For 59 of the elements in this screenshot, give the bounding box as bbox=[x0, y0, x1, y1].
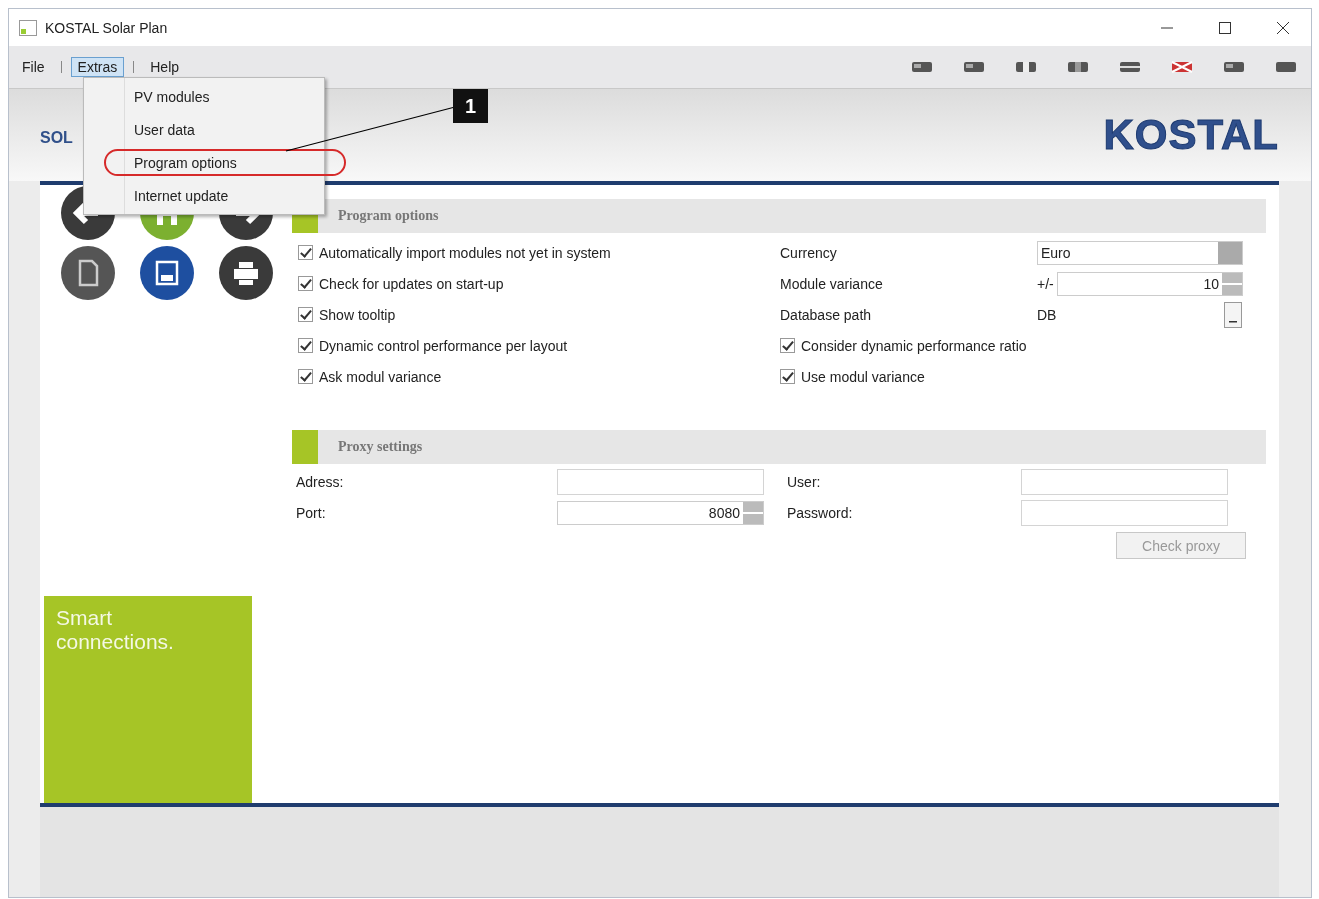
checkbox-label: Consider dynamic performance ratio bbox=[801, 337, 1027, 354]
section-marker bbox=[292, 430, 318, 464]
field-label: User: bbox=[786, 473, 822, 490]
menu-item[interactable]: File bbox=[15, 57, 52, 77]
header-title: SOL bbox=[40, 129, 73, 147]
toolbar-icon[interactable] bbox=[963, 60, 985, 74]
close-icon[interactable] bbox=[1277, 21, 1289, 34]
field-label: Port: bbox=[295, 504, 327, 521]
callout-number: 1 bbox=[453, 89, 488, 123]
toolbar-icon[interactable] bbox=[911, 60, 933, 74]
field-label: Database path bbox=[780, 306, 873, 323]
print-icon[interactable] bbox=[218, 245, 274, 301]
checkbox-label: Use modul variance bbox=[801, 368, 925, 385]
section-title: Program options bbox=[338, 208, 439, 224]
slogan: Smart connections. bbox=[56, 606, 175, 654]
menu-entry[interactable]: Program options bbox=[134, 154, 237, 171]
checkbox-label: Ask modul variance bbox=[319, 368, 442, 385]
port-spinner[interactable]: 8080 bbox=[557, 500, 764, 525]
toolbar-icon[interactable] bbox=[1223, 60, 1245, 74]
toolbar-icon[interactable] bbox=[1015, 60, 1037, 74]
checkbox[interactable] bbox=[298, 245, 313, 260]
checkbox[interactable] bbox=[298, 276, 313, 291]
checkbox-label: Check for updates on start-up bbox=[319, 275, 504, 292]
maximize-icon[interactable] bbox=[1219, 21, 1231, 34]
checkbox-label: Automatically import modules not yet in system bbox=[319, 244, 611, 261]
checkbox-label: Show tooltip bbox=[319, 306, 396, 323]
logo: KOSTAL bbox=[1103, 111, 1279, 159]
menu-entry[interactable]: User data bbox=[134, 121, 195, 138]
document-icon[interactable] bbox=[60, 245, 116, 301]
field-label: Adress: bbox=[295, 473, 345, 490]
currency-dropdown[interactable]: Euro bbox=[1037, 240, 1243, 265]
field-label: Module variance bbox=[780, 275, 884, 292]
menu-entry[interactable]: Internet update bbox=[134, 187, 229, 204]
prefix-label: +/- bbox=[1037, 275, 1055, 292]
checkbox[interactable] bbox=[298, 307, 313, 322]
toolbar-icon[interactable] bbox=[1067, 60, 1089, 74]
checkbox[interactable] bbox=[780, 369, 795, 384]
path-value: DB bbox=[1037, 306, 1058, 323]
checkbox[interactable] bbox=[298, 338, 313, 353]
checkbox[interactable] bbox=[780, 338, 795, 353]
checkbox-label: Dynamic control performance per layout bbox=[319, 337, 568, 354]
section-title: Proxy settings bbox=[338, 439, 423, 455]
password-field[interactable] bbox=[1021, 499, 1228, 526]
window-title: KOSTAL Solar Plan bbox=[45, 19, 168, 36]
save-icon[interactable] bbox=[139, 245, 195, 301]
app-icon bbox=[19, 19, 37, 36]
variance-spinner[interactable]: 10 bbox=[1057, 271, 1243, 296]
address-field[interactable] bbox=[557, 468, 764, 495]
field-label: Password: bbox=[786, 504, 854, 521]
menu-item[interactable]: Help bbox=[143, 57, 187, 77]
checkbox[interactable] bbox=[298, 369, 313, 384]
user-field[interactable] bbox=[1021, 468, 1228, 495]
toolbar-icon[interactable] bbox=[1171, 60, 1193, 74]
field-label: Currency bbox=[780, 244, 838, 261]
toolbar-icon[interactable] bbox=[1275, 60, 1297, 74]
toolbar-icon[interactable] bbox=[1119, 60, 1141, 74]
menu-entry[interactable]: PV modules bbox=[134, 88, 210, 105]
menu-item[interactable]: Extras bbox=[70, 57, 125, 77]
browse-button[interactable] bbox=[1224, 301, 1242, 328]
